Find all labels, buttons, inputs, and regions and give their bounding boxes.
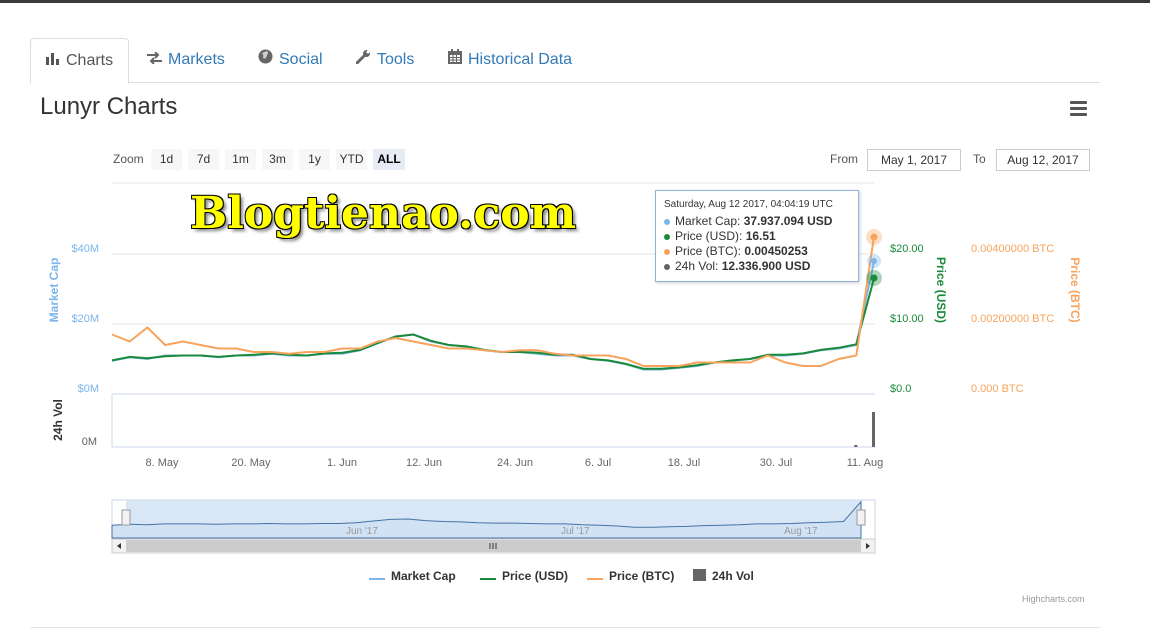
- tooltip-date: Saturday, Aug 12 2017, 04:04:19 UTC: [664, 199, 833, 210]
- legend-item-price-btc[interactable]: Price (BTC): [587, 569, 674, 584]
- y-tick-usd-0: $0.0: [890, 383, 911, 395]
- y-tick-btc-0002: 0.00200000 BTC: [971, 313, 1054, 325]
- navigator-handle-right[interactable]: [856, 509, 866, 526]
- hover-marker-market-cap: [871, 258, 877, 264]
- y-axis-title-market-cap: Market Cap: [47, 258, 61, 323]
- x-tick-label: 18. Jul: [668, 457, 700, 469]
- volume-bar[interactable]: [854, 445, 858, 447]
- y-tick-btc-0004: 0.00400000 BTC: [971, 243, 1054, 255]
- navigator-label-aug: Aug '17: [784, 526, 818, 537]
- navigator-label-jun: Jun '17: [346, 526, 378, 537]
- y-tick-mcap-0m: $0M: [78, 383, 99, 395]
- scrollbar[interactable]: [111, 538, 876, 554]
- x-tick-label: 30. Jul: [760, 457, 792, 469]
- market-cap-dot-icon: [664, 218, 670, 225]
- highcharts-credits[interactable]: Highcharts.com: [1022, 594, 1085, 604]
- legend-line-icon: [587, 570, 603, 584]
- tooltip-row-volume: 24h Vol: 12.336.900 USD: [664, 259, 810, 273]
- tooltip-row-market-cap: Market Cap: 37.937.094 USD: [664, 214, 832, 228]
- volume-dot-icon: [664, 263, 670, 270]
- y-tick-btc-0: 0.000 BTC: [971, 383, 1024, 395]
- legend-line-icon: [369, 570, 385, 584]
- volume-bar[interactable]: [872, 412, 875, 447]
- x-tick-label: 11. Aug: [847, 457, 884, 469]
- hover-marker-btc: [870, 233, 878, 241]
- legend-item-market-cap[interactable]: Market Cap: [369, 569, 456, 584]
- price-chart[interactable]: Market Cap 24h Vol Price (USD) Price (BT…: [0, 0, 1150, 636]
- navigator[interactable]: Jun '17 Jul '17 Aug '17: [111, 499, 876, 540]
- x-tick-label: 24. Jun: [497, 457, 533, 469]
- y-tick-usd-10: $10.00: [890, 313, 924, 325]
- hover-marker-usd: [870, 274, 878, 282]
- navigator-label-jul: Jul '17: [561, 526, 590, 537]
- x-tick-label: 6. Jul: [585, 457, 611, 469]
- x-tick-label: 12. Jun: [406, 457, 442, 469]
- y-axis-title-price-usd: Price (USD): [934, 257, 948, 323]
- tooltip-row-price-btc: Price (BTC): 0.00450253: [664, 244, 808, 258]
- chart-tooltip: Saturday, Aug 12 2017, 04:04:19 UTC Mark…: [655, 190, 859, 282]
- bottom-divider: [30, 627, 1100, 628]
- navigator-handle-left[interactable]: [121, 509, 131, 526]
- legend-item-price-usd[interactable]: Price (USD): [480, 569, 568, 584]
- price-usd-dot-icon: [664, 233, 670, 240]
- watermark-text: Blogtienao.com: [190, 188, 577, 239]
- y-tick-mcap-20m: $20M: [71, 313, 99, 325]
- legend-square-icon: [693, 569, 706, 584]
- y-tick-usd-20: $20.00: [890, 243, 924, 255]
- y-tick-mcap-40m: $40M: [71, 243, 99, 255]
- y-axis-title-volume: 24h Vol: [51, 399, 65, 441]
- x-tick-label: 8. May: [145, 457, 179, 469]
- x-tick-label: 1. Jun: [327, 457, 357, 469]
- y-tick-vol-0m: 0M: [82, 436, 97, 448]
- legend-line-icon: [480, 570, 496, 584]
- tooltip-row-price-usd: Price (USD): 16.51: [664, 229, 776, 243]
- price-btc-dot-icon: [664, 248, 670, 255]
- legend-item-volume[interactable]: 24h Vol: [693, 569, 754, 584]
- y-axis-title-price-btc: Price (BTC): [1068, 257, 1082, 322]
- x-tick-label: 20. May: [231, 457, 271, 469]
